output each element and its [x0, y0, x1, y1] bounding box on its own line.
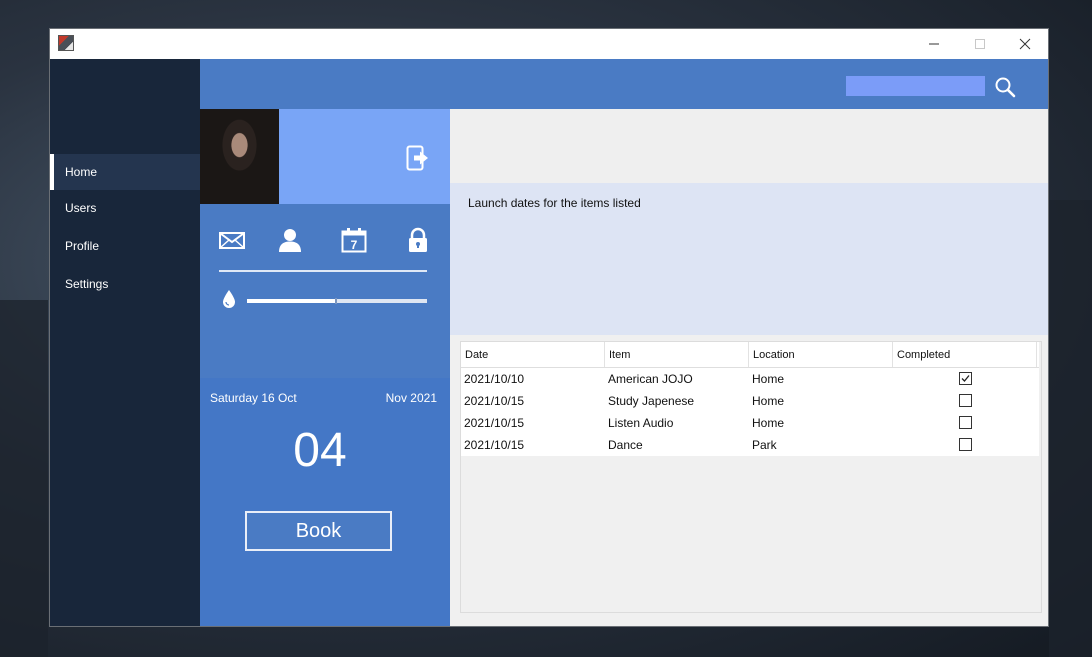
column-header-date[interactable]: Date — [461, 342, 605, 367]
sidebar-item-settings[interactable]: Settings — [50, 266, 200, 302]
date-card: Saturday 16 Oct Nov 2021 04 Book — [200, 378, 450, 626]
day-number: 04 — [293, 424, 347, 477]
background-building-left — [0, 300, 48, 657]
table-row[interactable]: 2021/10/15 Dance Park — [461, 434, 1039, 456]
cell-item: Dance — [608, 438, 643, 452]
cell-date: 2021/10/15 — [464, 416, 525, 430]
app-window: Home Users Profile Settings 7 Saturday 1… — [50, 29, 1048, 626]
maximize-icon — [975, 39, 985, 49]
logout-button[interactable] — [406, 145, 430, 171]
table-row[interactable]: 2021/10/15 Study Japenese Home — [461, 390, 1039, 412]
close-icon — [1019, 38, 1031, 50]
mail-button[interactable] — [219, 227, 245, 253]
profile-header — [279, 109, 450, 204]
avatar — [200, 109, 279, 204]
calendar-icon: 7 — [341, 228, 367, 253]
column-header-completed[interactable]: Completed — [893, 342, 1037, 367]
slider-thumb[interactable] — [335, 298, 338, 304]
sidebar-item-label: Settings — [65, 277, 109, 291]
minimize-icon — [929, 43, 939, 45]
logout-icon — [406, 145, 428, 171]
content-header — [450, 109, 1048, 183]
cell-location: Home — [752, 416, 785, 430]
weekday-date: Saturday 16 Oct — [210, 391, 297, 405]
sidebar-item-label: Profile — [65, 239, 100, 253]
cell-location: Park — [752, 438, 777, 452]
cell-date: 2021/10/15 — [464, 438, 525, 452]
column-header-item[interactable]: Item — [605, 342, 749, 367]
search-input[interactable] — [846, 76, 985, 96]
completed-checkbox[interactable] — [959, 372, 972, 385]
sidebar-item-profile[interactable]: Profile — [50, 228, 200, 264]
app-icon — [58, 35, 74, 51]
completed-checkbox[interactable] — [959, 438, 972, 451]
divider — [219, 270, 427, 272]
maximize-button[interactable] — [957, 29, 1003, 59]
cell-date: 2021/10/15 — [464, 394, 525, 408]
table-row[interactable]: 2021/10/15 Listen Audio Home — [461, 412, 1039, 434]
minimize-button[interactable] — [911, 29, 957, 59]
table-row[interactable]: 2021/10/10 American JOJO Home — [461, 368, 1039, 390]
items-table: Date Item Location Completed 2021/10/10 … — [460, 341, 1042, 613]
cell-location: Home — [752, 372, 785, 386]
cell-item: Study Japenese — [608, 394, 695, 408]
lock-icon — [409, 227, 427, 252]
background-building-right — [1049, 200, 1092, 657]
user-icon — [279, 229, 301, 252]
sidebar-item-label: Users — [65, 201, 97, 215]
close-button[interactable] — [1002, 29, 1048, 59]
cell-location: Home — [752, 394, 785, 408]
mail-icon — [219, 232, 245, 249]
cell-date: 2021/10/10 — [464, 372, 525, 386]
lock-button[interactable] — [405, 227, 431, 253]
calendar-icon-number: 7 — [351, 238, 358, 252]
completed-checkbox[interactable] — [959, 416, 972, 429]
sidebar-item-label: Home — [65, 165, 98, 179]
cell-item: Listen Audio — [608, 416, 674, 430]
search-icon — [995, 77, 1016, 98]
cell-item: American JOJO — [608, 372, 693, 386]
table-header: Date Item Location Completed — [461, 342, 1039, 368]
level-slider[interactable] — [247, 298, 427, 304]
profile-panel: 7 Saturday 16 Oct Nov 2021 04 Book — [200, 109, 450, 626]
column-header-location[interactable]: Location — [749, 342, 893, 367]
calendar-button[interactable]: 7 — [341, 227, 367, 253]
description-text: Launch dates for the items listed — [468, 196, 641, 210]
sidebar: Home Users Profile Settings — [50, 59, 200, 626]
completed-checkbox[interactable] — [959, 394, 972, 407]
description-panel: Launch dates for the items listed — [450, 183, 1048, 335]
month-year: Nov 2021 — [385, 391, 437, 405]
sidebar-item-users[interactable]: Users — [50, 190, 200, 226]
search-button[interactable] — [993, 75, 1017, 99]
book-button[interactable]: Book — [245, 511, 392, 551]
checkmark-icon — [961, 375, 970, 382]
drop-icon — [222, 289, 236, 309]
title-bar[interactable] — [50, 29, 1048, 59]
top-bar — [200, 59, 1048, 109]
slider-fill — [247, 299, 336, 303]
user-button[interactable] — [277, 227, 303, 253]
sidebar-item-home[interactable]: Home — [50, 154, 200, 190]
